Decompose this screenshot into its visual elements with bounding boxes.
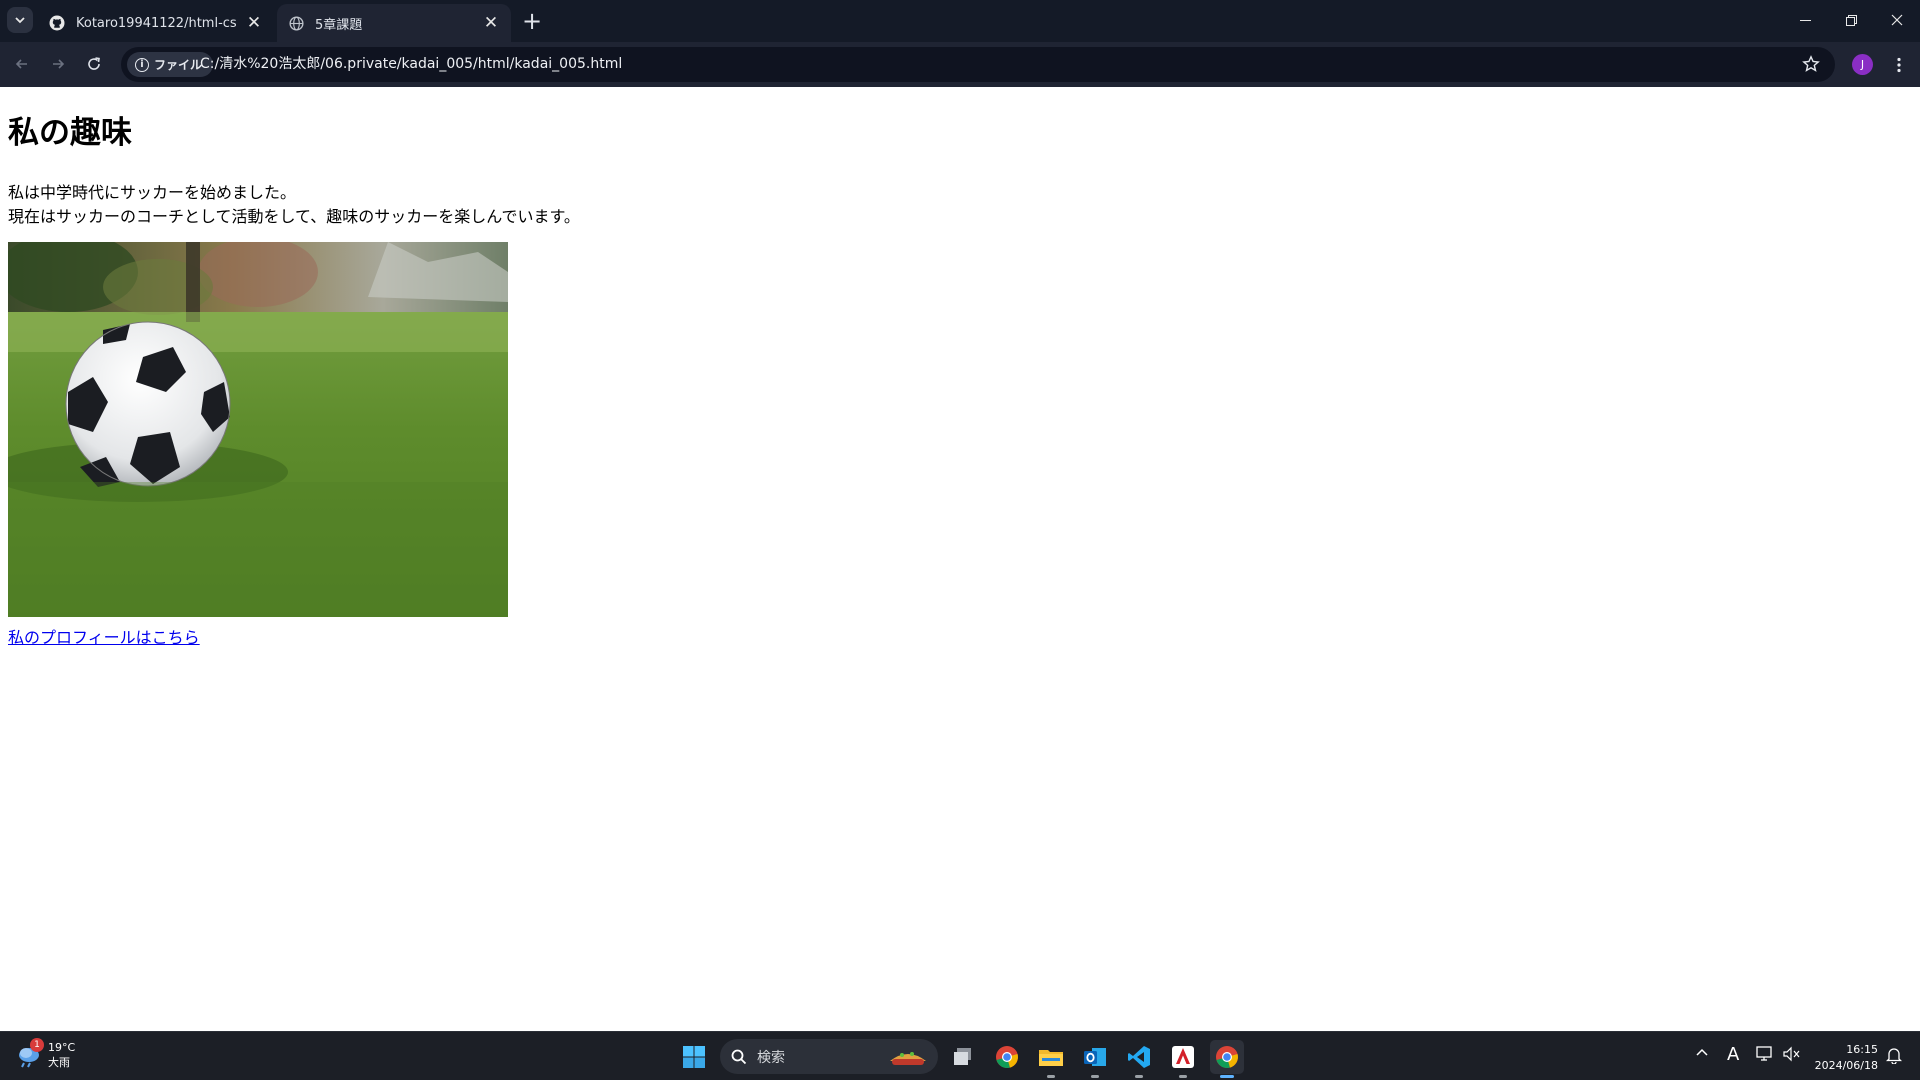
site-info-label: ファイル: [154, 58, 203, 72]
windows-start-icon: [683, 1046, 705, 1068]
paragraph-line: 現在はサッカーのコーチとして活動をして、趣味のサッカーを楽しんでいます。: [8, 207, 580, 226]
chrome-icon: [996, 1046, 1018, 1068]
star-icon: [1802, 55, 1820, 72]
forward-button[interactable]: [44, 50, 72, 78]
back-button[interactable]: [8, 50, 36, 78]
tab-active-page[interactable]: 5章課題 ✕: [277, 4, 511, 42]
restore-icon: [1845, 14, 1857, 26]
profile-avatar[interactable]: J: [1852, 54, 1873, 75]
chevron-up-icon[interactable]: [1695, 1046, 1709, 1064]
minimize-button[interactable]: [1782, 0, 1828, 40]
info-icon: i: [135, 57, 149, 72]
tab-github[interactable]: Kotaro19941122/html-css-basic ✕: [38, 4, 274, 42]
clock-date: 2024/06/18: [1814, 1059, 1878, 1072]
url-text[interactable]: C:/清水%20浩太郎/06.private/kadai_005/html/ka…: [200, 47, 622, 82]
file-explorer-button[interactable]: [1034, 1040, 1068, 1078]
tab-title: Kotaro19941122/html-css-basic: [76, 15, 236, 31]
taskbar-clock[interactable]: 16:15 2024/06/18: [1812, 1042, 1878, 1074]
profile-link[interactable]: 私のプロフィールはこちら: [8, 624, 200, 648]
new-tab-button[interactable]: +: [518, 7, 546, 35]
outlook-icon: [1084, 1048, 1106, 1066]
close-icon: [1891, 14, 1903, 26]
navigation-bar: i ファイル C:/清水%20浩太郎/06.private/kadai_005/…: [0, 42, 1920, 87]
weather-widget[interactable]: 1 19°C 大雨: [16, 1038, 76, 1070]
running-indicator: [1091, 1075, 1099, 1078]
minimize-icon: [1799, 19, 1811, 21]
soccer-ball-photo: [8, 242, 508, 617]
tab-title: 5章課題: [315, 17, 363, 33]
task-view-icon: [954, 1048, 971, 1065]
vscode-button[interactable]: [1122, 1040, 1156, 1078]
taskbar-search[interactable]: 検索: [720, 1039, 938, 1074]
weather-description: 大雨: [48, 1056, 70, 1069]
browser-menu-button[interactable]: [1888, 52, 1910, 78]
soccer-ball: [65, 321, 231, 487]
arrow-left-icon: [15, 59, 27, 69]
restore-button[interactable]: [1828, 0, 1874, 40]
acrobat-button[interactable]: [1166, 1040, 1200, 1078]
search-highlight-icon: [888, 1047, 928, 1071]
weather-temperature: 19°C: [48, 1041, 76, 1054]
page-heading: 私の趣味: [8, 115, 132, 151]
notification-bell-icon[interactable]: [1885, 1046, 1903, 1068]
globe-icon: [287, 14, 305, 32]
speaker-muted-icon[interactable]: [1782, 1046, 1800, 1066]
more-vertical-icon: [1897, 57, 1901, 73]
running-indicator: [1135, 1075, 1143, 1078]
active-indicator: [1220, 1075, 1234, 1078]
chevron-down-icon: [15, 17, 25, 24]
search-icon: [731, 1049, 747, 1064]
start-button[interactable]: [677, 1040, 711, 1074]
file-explorer-icon: [1039, 1050, 1063, 1066]
network-icon[interactable]: [1756, 1046, 1774, 1066]
weather-icon: 1: [16, 1038, 44, 1068]
running-indicator: [1047, 1075, 1055, 1078]
task-view-button[interactable]: [946, 1040, 980, 1074]
taskbar: 1 19°C 大雨 検索 A 16:15 2024/06/18: [0, 1031, 1920, 1080]
close-icon[interactable]: ✕: [481, 13, 501, 33]
reload-icon: [88, 57, 100, 70]
search-placeholder: 検索: [757, 1049, 785, 1066]
running-indicator: [1179, 1075, 1187, 1078]
vscode-icon: [1128, 1046, 1150, 1068]
outlook-button[interactable]: [1078, 1040, 1112, 1078]
bookmark-star-button[interactable]: [1799, 52, 1823, 76]
address-bar[interactable]: i ファイル C:/清水%20浩太郎/06.private/kadai_005/…: [121, 47, 1835, 82]
close-window-button[interactable]: [1874, 0, 1920, 40]
clock-time: 16:15: [1846, 1043, 1878, 1056]
acrobat-icon: [1172, 1046, 1194, 1068]
tab-search-button[interactable]: [7, 7, 33, 33]
web-page: 私の趣味 私は中学時代にサッカーを始めました。 現在はサッカーのコーチとして活動…: [0, 87, 1920, 1031]
chrome-icon: [1216, 1046, 1238, 1068]
browser-chrome: Kotaro19941122/html-css-basic ✕ 5章課題 ✕ +: [0, 0, 1920, 87]
chrome-taskbar-button[interactable]: [990, 1040, 1024, 1074]
reload-button[interactable]: [80, 50, 108, 78]
ime-indicator[interactable]: A: [1727, 1044, 1739, 1065]
github-icon: [48, 14, 66, 32]
chrome-active-taskbar-button[interactable]: [1210, 1040, 1244, 1078]
weather-badge: 1: [30, 1038, 44, 1052]
close-icon[interactable]: ✕: [244, 13, 264, 33]
tab-strip: Kotaro19941122/html-css-basic ✕ 5章課題 ✕ +: [0, 0, 1920, 42]
paragraph-line: 私は中学時代にサッカーを始めました。: [8, 183, 297, 202]
arrow-right-icon: [53, 59, 65, 69]
